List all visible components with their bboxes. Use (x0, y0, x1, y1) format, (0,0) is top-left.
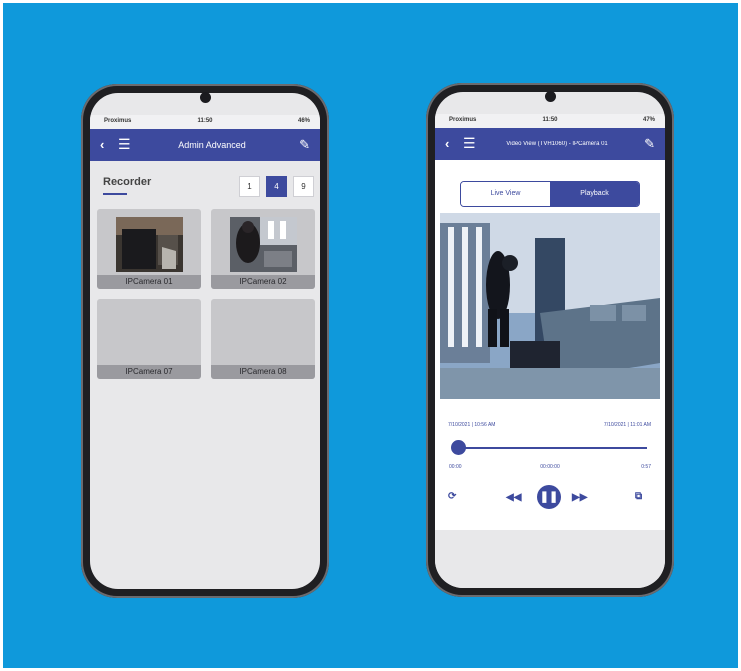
camera-tile[interactable]: IPCamera 07 (97, 299, 201, 379)
playback-screen: Proximus 11:50 47% ‹ ☰ Video View (TVH10… (435, 92, 665, 588)
timeline-end-label: 7/10/2021 | 11:01 AM (603, 422, 651, 428)
camera-tile[interactable]: IPCamera 08 (211, 299, 315, 379)
section-underline (103, 193, 127, 195)
camera-thumbnail (230, 217, 297, 272)
tab-playback[interactable]: Playback (550, 182, 639, 206)
phone-recorder: Proximus 11:50 46% ‹ ☰ Admin Advanced ✎ … (81, 84, 329, 598)
end-time: 0:57 (641, 464, 651, 470)
playback-slider-thumb[interactable] (451, 440, 466, 455)
front-camera (200, 92, 211, 103)
rewind-icon[interactable]: ◀◀ (506, 492, 521, 503)
back-icon[interactable]: ‹ (445, 136, 449, 151)
camera-tile[interactable]: IPCamera 01 (97, 209, 201, 289)
playback-track[interactable] (459, 447, 647, 449)
battery-level: 46% (297, 118, 310, 124)
timeline-start-label: 7/10/2021 | 10:56 AM (448, 422, 496, 428)
camera-name: IPCamera 08 (211, 365, 315, 379)
camera-name: IPCamera 02 (211, 275, 315, 289)
battery-level: 47% (642, 117, 655, 123)
camera-name: IPCamera 01 (97, 275, 201, 289)
refresh-icon[interactable]: ⟳ (448, 491, 456, 502)
bottom-area (435, 530, 665, 588)
grid-1-button[interactable]: 1 (239, 176, 260, 197)
current-time: 00:00:00 (540, 464, 560, 470)
front-camera (545, 91, 556, 102)
clock: 11:50 (542, 117, 558, 123)
recorder-screen: Proximus 11:50 46% ‹ ☰ Admin Advanced ✎ … (90, 93, 320, 589)
pause-button[interactable]: ❚❚ (537, 485, 561, 509)
grid-4-button[interactable]: 4 (266, 176, 287, 197)
app-title: Admin Advanced (178, 140, 246, 150)
app-bar: ‹ ☰ Video View (TVH1060) - IPCamera 01 ✎ (435, 128, 665, 160)
back-icon[interactable]: ‹ (100, 137, 104, 152)
view-mode-toggle: Live View Playback (460, 181, 640, 207)
clock: 11:50 (197, 118, 213, 124)
edit-icon[interactable]: ✎ (299, 137, 310, 153)
menu-icon[interactable]: ☰ (463, 135, 476, 152)
section-title: Recorder (103, 176, 152, 188)
video-player[interactable] (440, 213, 660, 399)
menu-icon[interactable]: ☰ (118, 136, 131, 153)
app-bar: ‹ ☰ Admin Advanced ✎ (90, 129, 320, 161)
camera-name: IPCamera 07 (97, 365, 201, 379)
background-canvas: Proximus 11:50 46% ‹ ☰ Admin Advanced ✎ … (3, 3, 738, 668)
edit-icon[interactable]: ✎ (644, 136, 655, 152)
fast-forward-icon[interactable]: ▶▶ (572, 492, 587, 503)
camera-tile[interactable]: IPCamera 02 (211, 209, 315, 289)
status-bar: Proximus 11:50 47% (435, 114, 665, 128)
app-title: Video View (TVH1060) - IPCamera 01 (506, 141, 608, 147)
tab-live-view[interactable]: Live View (461, 182, 550, 206)
screenshot-icon[interactable]: ⧉ (635, 491, 642, 502)
grid-9-button[interactable]: 9 (293, 176, 314, 197)
status-bar: Proximus 11:50 46% (90, 115, 320, 129)
camera-thumbnail (116, 217, 183, 272)
phone-playback: Proximus 11:50 47% ‹ ☰ Video View (TVH10… (426, 83, 674, 597)
